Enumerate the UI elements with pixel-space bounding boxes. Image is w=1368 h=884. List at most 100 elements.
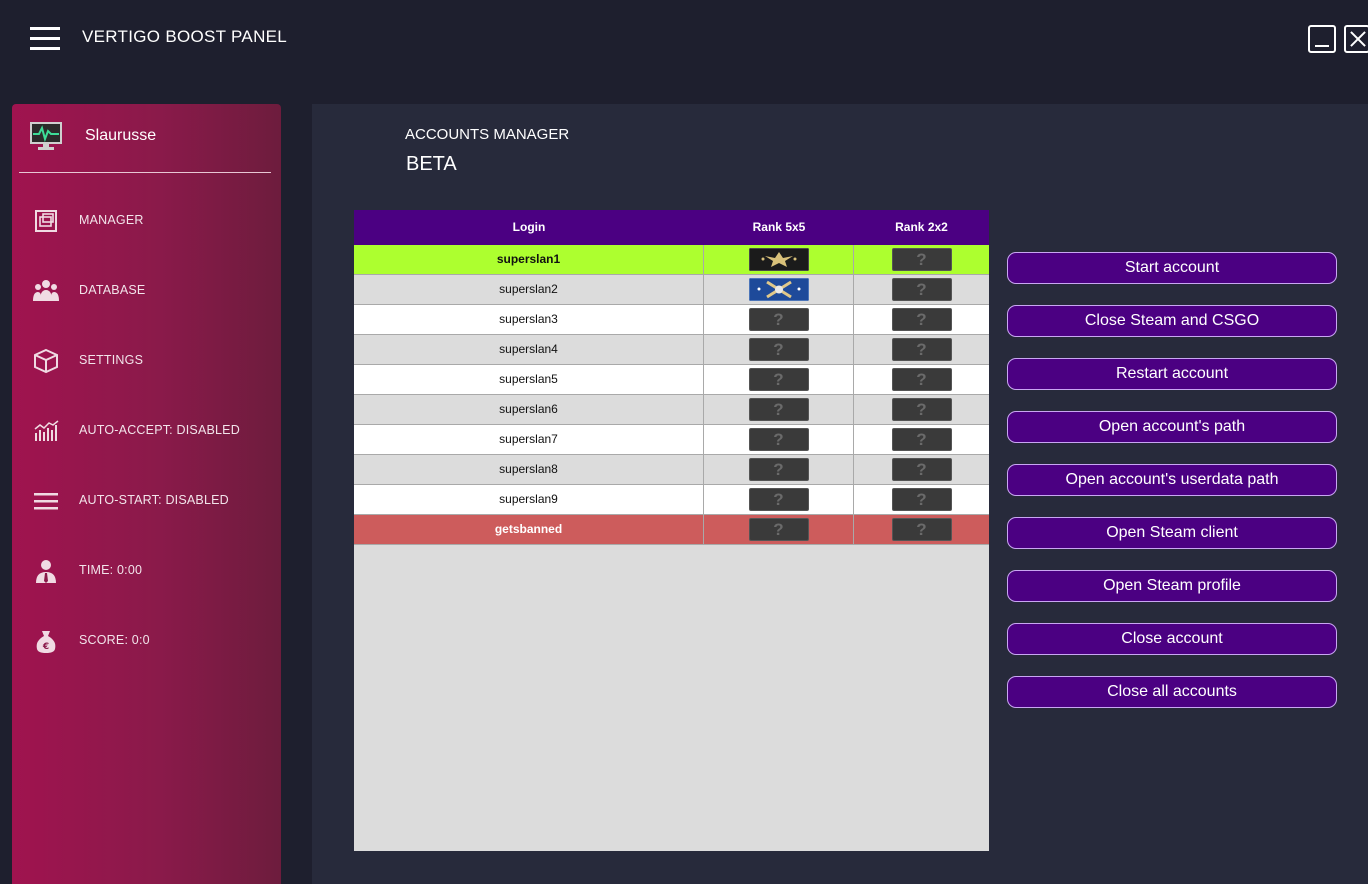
rank-2x2-cell [854, 455, 989, 485]
rank-5x5-cell [704, 515, 854, 545]
login-cell: superslan5 [354, 365, 704, 395]
sidebar-item-label: SETTINGS [79, 353, 144, 367]
sidebar-item-auto-accept[interactable]: AUTO-ACCEPT: DISABLED [12, 411, 281, 451]
sidebar-item-settings[interactable]: SETTINGS [12, 341, 281, 381]
login-cell: getsbanned [354, 515, 704, 545]
login-cell: superslan3 [354, 305, 704, 335]
rank-5x5-cell [704, 485, 854, 515]
restart-account-button[interactable]: Restart account [1007, 358, 1337, 390]
rank-2x2-cell [854, 245, 989, 275]
sidebar-item-label: AUTO-START: DISABLED [79, 493, 229, 507]
money-bag-icon: € [36, 631, 56, 653]
title-bar: VERTIGO BOOST PANEL [0, 0, 1368, 80]
open-userdata-path-button[interactable]: Open account's userdata path [1007, 464, 1337, 496]
sidebar-item-manager[interactable]: MANAGER [12, 201, 281, 241]
sidebar-item-label: MANAGER [79, 213, 144, 227]
rank-2x2-cell [854, 425, 989, 455]
table-row[interactable]: superslan8 [354, 455, 989, 485]
rank-2x2-cell [854, 515, 989, 545]
start-account-button[interactable]: Start account [1007, 252, 1337, 284]
table-row[interactable]: superslan5 [354, 365, 989, 395]
table-row[interactable]: superslan6 [354, 395, 989, 425]
column-header-rank-5x5[interactable]: Rank 5x5 [704, 210, 854, 245]
rank-2x2-cell [854, 365, 989, 395]
table-header: Login Rank 5x5 Rank 2x2 [354, 210, 989, 245]
group-icon [33, 280, 59, 301]
rank-2x2-cell [854, 305, 989, 335]
sidebar-item-label: DATABASE [79, 283, 146, 297]
app-title: VERTIGO BOOST PANEL [82, 27, 288, 46]
close-icon[interactable] [1344, 25, 1368, 53]
unknown-rank-icon [891, 518, 952, 541]
rank-5x5-cell [704, 335, 854, 365]
unknown-rank-icon [891, 368, 952, 391]
profile-name: Slaurusse [85, 127, 157, 144]
monitor-icon [30, 122, 62, 150]
rank-5x5-cell [704, 365, 854, 395]
sidebar-item-auto-start[interactable]: AUTO-START: DISABLED [12, 481, 281, 521]
open-account-path-button[interactable]: Open account's path [1007, 411, 1337, 443]
table-row[interactable]: superslan2 [354, 275, 989, 305]
column-header-login[interactable]: Login [354, 210, 704, 245]
column-header-rank-2x2[interactable]: Rank 2x2 [854, 210, 989, 245]
page-subtitle: BETA [406, 153, 457, 175]
rank-2x2-cell [854, 395, 989, 425]
sidebar-item-label: TIME: 0:00 [79, 563, 143, 577]
login-cell: superslan7 [354, 425, 704, 455]
minimize-icon[interactable] [1308, 25, 1336, 53]
rank-5x5-cell [704, 455, 854, 485]
table-row[interactable]: superslan7 [354, 425, 989, 455]
login-cell: superslan4 [354, 335, 704, 365]
sidebar-divider [19, 172, 271, 173]
svg-text:€: € [42, 642, 49, 652]
rank-5x5-cell [704, 425, 854, 455]
crossed-rifles-rank-icon [748, 278, 809, 301]
rank-5x5-cell [704, 275, 854, 305]
login-cell: superslan1 [354, 245, 704, 275]
sidebar-item-score: € SCORE: 0:0 [12, 621, 281, 661]
close-steam-csgo-button[interactable]: Close Steam and CSGO [1007, 305, 1337, 337]
unknown-rank-icon [748, 338, 809, 361]
close-all-accounts-button[interactable]: Close all accounts [1007, 676, 1337, 708]
main-panel: ACCOUNTS MANAGER BETA Login Rank 5x5 Ran… [312, 104, 1368, 884]
rank-2x2-cell [854, 275, 989, 305]
sidebar-item-label: AUTO-ACCEPT: DISABLED [79, 423, 240, 437]
unknown-rank-icon [891, 458, 952, 481]
user-icon [36, 560, 56, 583]
rank-2x2-cell [854, 485, 989, 515]
login-cell: superslan2 [354, 275, 704, 305]
open-steam-profile-button[interactable]: Open Steam profile [1007, 570, 1337, 602]
unknown-rank-icon [748, 398, 809, 421]
unknown-rank-icon [748, 458, 809, 481]
table-row[interactable]: superslan3 [354, 305, 989, 335]
rank-5x5-cell [704, 245, 854, 275]
page-title: ACCOUNTS MANAGER [405, 126, 570, 143]
unknown-rank-icon [891, 398, 952, 421]
chart-icon [34, 420, 59, 441]
sidebar-item-time: TIME: 0:00 [12, 551, 281, 591]
list-icon [34, 493, 58, 510]
table-row[interactable]: superslan4 [354, 335, 989, 365]
unknown-rank-icon [891, 428, 952, 451]
unknown-rank-icon [748, 428, 809, 451]
unknown-rank-icon [748, 488, 809, 511]
eagle-rank-icon [748, 248, 809, 271]
close-account-button[interactable]: Close account [1007, 623, 1337, 655]
unknown-rank-icon [891, 488, 952, 511]
sidebar-item-label: SCORE: 0:0 [79, 633, 150, 647]
rank-5x5-cell [704, 395, 854, 425]
rank-5x5-cell [704, 305, 854, 335]
unknown-rank-icon [891, 338, 952, 361]
unknown-rank-icon [891, 308, 952, 331]
sidebar-item-database[interactable]: DATABASE [12, 271, 281, 311]
table-row[interactable]: superslan9 [354, 485, 989, 515]
unknown-rank-icon [748, 308, 809, 331]
table-row[interactable]: getsbanned [354, 515, 989, 545]
login-cell: superslan8 [354, 455, 704, 485]
table-row[interactable]: superslan1 [354, 245, 989, 275]
hamburger-menu-icon[interactable] [30, 27, 60, 51]
open-steam-client-button[interactable]: Open Steam client [1007, 517, 1337, 549]
unknown-rank-icon [748, 368, 809, 391]
unknown-rank-icon [891, 278, 952, 301]
sidebar: Slaurusse MANAGER DATABASE SETTINGS AUTO… [12, 104, 281, 884]
